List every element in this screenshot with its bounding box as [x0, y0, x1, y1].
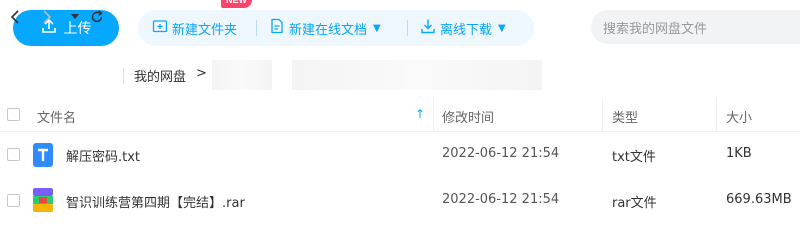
file-modified: 2022-06-12 21:54 — [442, 146, 560, 161]
new-folder-button[interactable]: 新建文件夹 — [138, 10, 256, 46]
dropdown-icon[interactable] — [70, 8, 80, 26]
chevron-down-icon: ▼ — [373, 22, 381, 34]
select-all-checkbox[interactable] — [7, 108, 20, 121]
search-placeholder: 搜索我的网盘文件 — [603, 21, 708, 37]
new-online-doc-label: 新建在线文档 — [289, 22, 368, 38]
chevron-down-icon: ▼ — [498, 22, 506, 34]
new-badge: NEW — [221, 0, 252, 8]
rar-file-icon — [33, 188, 53, 212]
column-divider — [602, 98, 603, 132]
refresh-icon[interactable] — [89, 8, 105, 26]
breadcrumb-root[interactable]: 我的网盘 — [134, 66, 186, 85]
new-doc-icon — [269, 18, 285, 38]
back-icon[interactable] — [8, 8, 22, 26]
breadcrumb-separator: > — [196, 66, 207, 81]
file-modified: 2022-06-12 21:54 — [442, 192, 560, 207]
new-folder-icon — [152, 18, 168, 38]
offline-download-button[interactable]: 离线下载 ▼ — [408, 10, 534, 46]
forward-icon[interactable] — [40, 8, 54, 26]
file-size: 1KB — [726, 146, 752, 161]
download-icon — [420, 18, 436, 38]
column-modified[interactable]: 修改时间 — [442, 107, 494, 126]
toolbar: 上传 新建文件夹 新建在线文档 ▼ 离线下载 ▼ NEW 搜索我的网盘文件 — [0, 0, 800, 56]
file-type: rar文件 — [612, 196, 657, 211]
table-row[interactable]: 智识训练营第四期【完结】.rar 2022-06-12 21:54 rar文件 … — [0, 178, 800, 224]
action-group: 新建文件夹 新建在线文档 ▼ 离线下载 ▼ — [138, 10, 534, 46]
table-row[interactable]: 解压密码.txt 2022-06-12 21:54 txt文件 1KB — [0, 132, 800, 178]
column-size[interactable]: 大小 — [726, 107, 752, 126]
new-online-doc-button[interactable]: 新建在线文档 ▼ — [257, 10, 407, 46]
nav-divider — [123, 68, 124, 84]
row-checkbox[interactable] — [7, 194, 20, 207]
redacted-area — [292, 60, 542, 90]
row-checkbox[interactable] — [7, 148, 20, 161]
file-name[interactable]: 智识训练营第四期【完结】.rar — [66, 192, 245, 211]
column-divider — [433, 98, 434, 132]
file-type: txt文件 — [612, 150, 656, 165]
breadcrumb: 我的网盘 > — [134, 66, 207, 85]
file-size: 669.63MB — [726, 192, 792, 207]
sort-arrow-icon[interactable]: ↑ — [415, 107, 425, 121]
redacted-area — [212, 60, 272, 90]
column-name[interactable]: 文件名 — [37, 107, 76, 126]
column-divider — [716, 98, 717, 132]
new-folder-label: 新建文件夹 — [172, 22, 238, 38]
file-name[interactable]: 解压密码.txt — [66, 146, 140, 165]
offline-download-label: 离线下载 — [440, 22, 493, 38]
search-input[interactable]: 搜索我的网盘文件 — [591, 10, 800, 44]
column-type[interactable]: 类型 — [612, 107, 638, 126]
table-header: 文件名 ↑ 修改时间 类型 大小 — [0, 98, 800, 132]
txt-file-icon — [33, 143, 53, 167]
